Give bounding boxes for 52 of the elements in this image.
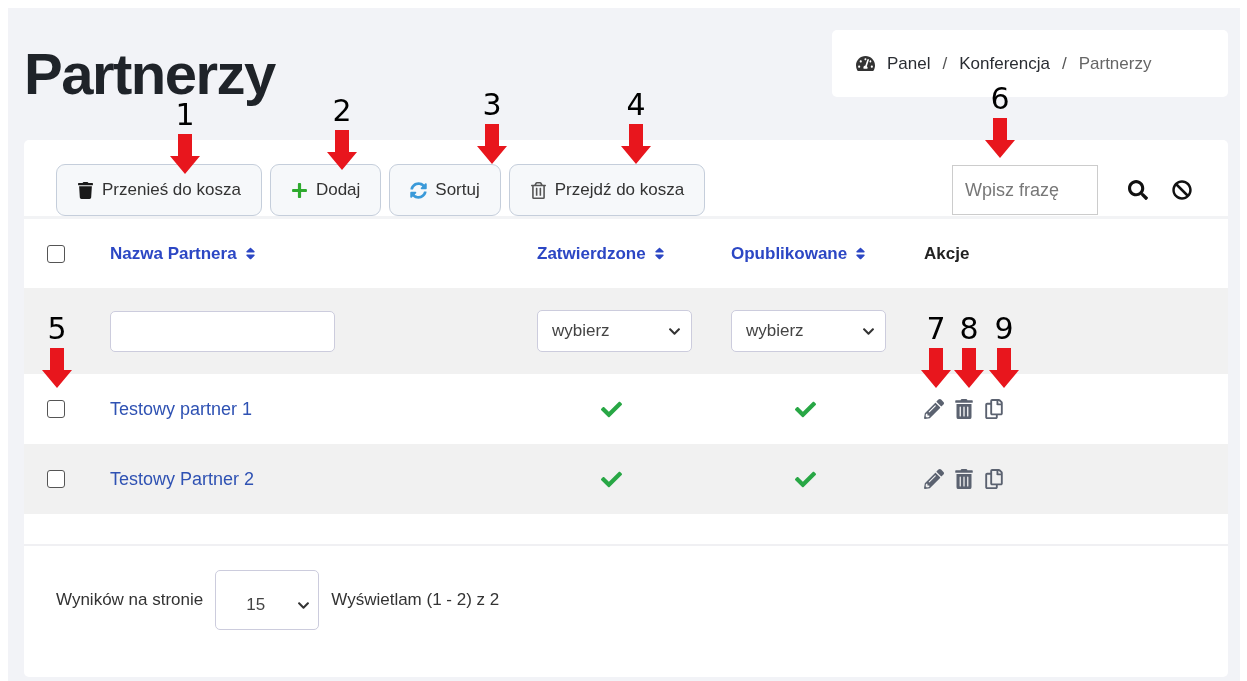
trash-icon — [529, 181, 547, 199]
edit-icon[interactable] — [924, 469, 944, 489]
checkbox[interactable] — [47, 400, 65, 418]
toolbar-button[interactable]: Przenieś do kosza — [56, 164, 262, 216]
breadcrumb-separator: / — [1061, 53, 1067, 74]
search-field[interactable]: Wpisz frazę — [952, 165, 1098, 215]
annotation-number: 8 — [959, 312, 979, 346]
filter-select[interactable]: wybierz — [731, 310, 886, 352]
partner-link[interactable]: Testowy partner 1 — [110, 398, 253, 420]
per-page-select[interactable]: 15 — [215, 570, 320, 630]
annotation-number: 9 — [994, 312, 1014, 346]
toolbar-button[interactable]: Sortuj — [389, 164, 501, 216]
column-header[interactable]: Nazwa Partnera — [110, 243, 258, 264]
checkbox[interactable] — [47, 244, 65, 263]
breadcrumb-link[interactable]: Konferencja — [959, 53, 1050, 74]
arrow-icon — [40, 346, 74, 390]
breadcrumb-separator: / — [942, 53, 948, 74]
dashboard-icon — [856, 54, 875, 73]
plus-icon — [290, 181, 308, 199]
arrow-icon — [619, 122, 653, 166]
trash-icon[interactable] — [954, 469, 974, 489]
annotation-number: 2 — [332, 94, 352, 128]
annotation-number: 5 — [47, 312, 67, 346]
arrow-icon — [168, 132, 202, 176]
arrow-icon — [919, 346, 953, 390]
per-page-label: Wyników na stronie — [56, 590, 204, 610]
annotation-number: 3 — [482, 88, 502, 122]
arrow-icon — [987, 346, 1021, 390]
edit-icon[interactable] — [924, 399, 944, 419]
annotation-number: 4 — [626, 88, 646, 122]
refresh-icon — [410, 181, 428, 199]
arrow-icon — [952, 346, 986, 390]
annotation-number: 6 — [990, 82, 1010, 116]
trash-icon[interactable] — [954, 399, 974, 419]
arrow-icon — [475, 122, 509, 166]
copy-icon[interactable] — [984, 469, 1004, 489]
arrow-icon — [325, 128, 359, 172]
arrow-icon — [983, 116, 1017, 160]
column-header: Akcje — [924, 243, 970, 264]
partner-link[interactable]: Testowy Partner 2 — [110, 468, 255, 490]
copy-icon[interactable] — [984, 399, 1004, 419]
trash-icon — [77, 181, 94, 199]
filter-select[interactable]: wybierz — [537, 310, 692, 352]
column-header[interactable]: Opublikowane — [731, 243, 869, 264]
results-summary: Wyświetlam (1 - 2) z 2 — [331, 590, 500, 610]
breadcrumb-link[interactable]: Panel — [887, 53, 931, 74]
toolbar-button[interactable]: Przejdź do kosza — [508, 164, 706, 216]
filter-field[interactable] — [110, 310, 335, 352]
toolbar-button[interactable]: Dodaj — [269, 164, 382, 216]
checkbox[interactable] — [47, 470, 65, 488]
annotation-number: 7 — [926, 312, 946, 346]
column-header[interactable]: Zatwierdzone — [537, 243, 667, 264]
